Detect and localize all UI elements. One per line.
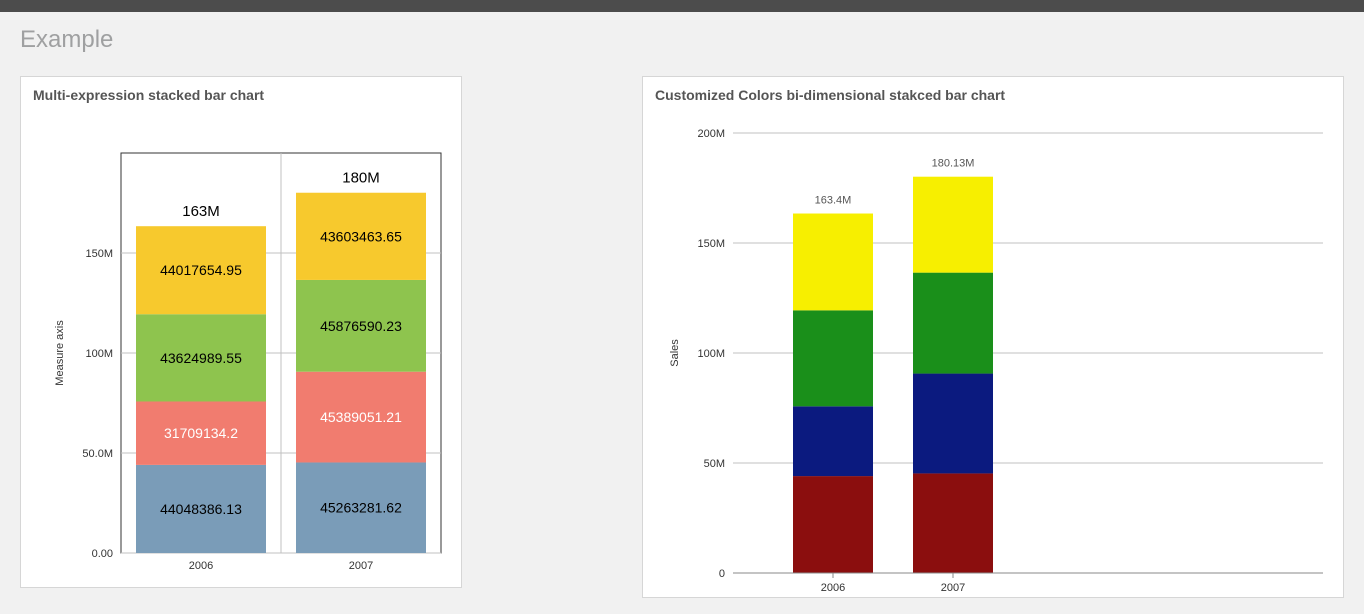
panels-row: Multi-expression stacked bar chart 0.00 5…	[0, 60, 1364, 614]
y-axis-label: Sales	[669, 339, 681, 367]
y-tick-label: 0	[719, 568, 725, 580]
bar-segment[interactable]	[913, 273, 993, 374]
bar-segment[interactable]	[793, 476, 873, 573]
page-title: Example	[0, 12, 1364, 60]
chart-right: 050M100M150M200M163.4M2006180.13M2007Yea…	[643, 113, 1343, 603]
x-axis-label: Year	[270, 592, 293, 593]
segment-value-label: 44017654.95	[160, 262, 242, 278]
segment-value-label: 45263281.62	[320, 500, 402, 516]
x-tick-label: 2007	[941, 582, 965, 594]
bar-segment[interactable]	[793, 406, 873, 476]
x-tick-label: 2007	[349, 560, 373, 572]
panel-title-right: Customized Colors bi-dimensional stakced…	[643, 77, 1343, 113]
y-tick-label: 150M	[697, 238, 725, 250]
panel-multi-expression: Multi-expression stacked bar chart 0.00 5…	[20, 76, 462, 588]
segment-value-label: 45876590.23	[320, 318, 402, 334]
panel-customized-colors: Customized Colors bi-dimensional stakced…	[642, 76, 1344, 598]
bar-total-label: 163M	[182, 203, 220, 220]
bar-segment[interactable]	[913, 473, 993, 573]
y-tick-label: 200M	[697, 128, 725, 140]
bar-segment[interactable]	[793, 310, 873, 406]
bar-segment[interactable]	[913, 177, 993, 273]
y-tick-label: 0.00	[92, 548, 113, 560]
segment-value-label: 43603463.65	[320, 228, 402, 244]
y-tick-label: 50M	[704, 458, 725, 470]
x-tick-label: 2006	[189, 560, 213, 572]
bar-segment[interactable]	[793, 214, 873, 311]
bar-total-label: 180M	[342, 170, 380, 187]
segment-value-label: 45389051.21	[320, 409, 402, 425]
y-tick-label: 100M	[85, 348, 113, 360]
top-bar	[0, 0, 1364, 12]
y-tick-label: 150M	[85, 248, 113, 260]
y-tick-label: 100M	[697, 348, 725, 360]
y-tick-label: 50.0M	[82, 448, 113, 460]
x-tick-label: 2006	[821, 582, 845, 594]
segment-value-label: 44048386.13	[160, 501, 242, 517]
y-axis-label: Measure axis	[54, 320, 66, 386]
panel-title-left: Multi-expression stacked bar chart	[21, 77, 461, 113]
segment-value-label: 31709134.2	[164, 425, 238, 441]
bar-total-label: 180.13M	[932, 158, 975, 170]
bar-segment[interactable]	[913, 374, 993, 474]
segment-value-label: 43624989.55	[160, 350, 242, 366]
bar-total-label: 163.4M	[815, 195, 852, 207]
chart-left: 0.00 50.0M 100M 150M 44048386.13 31709134.2 43…	[21, 113, 461, 593]
